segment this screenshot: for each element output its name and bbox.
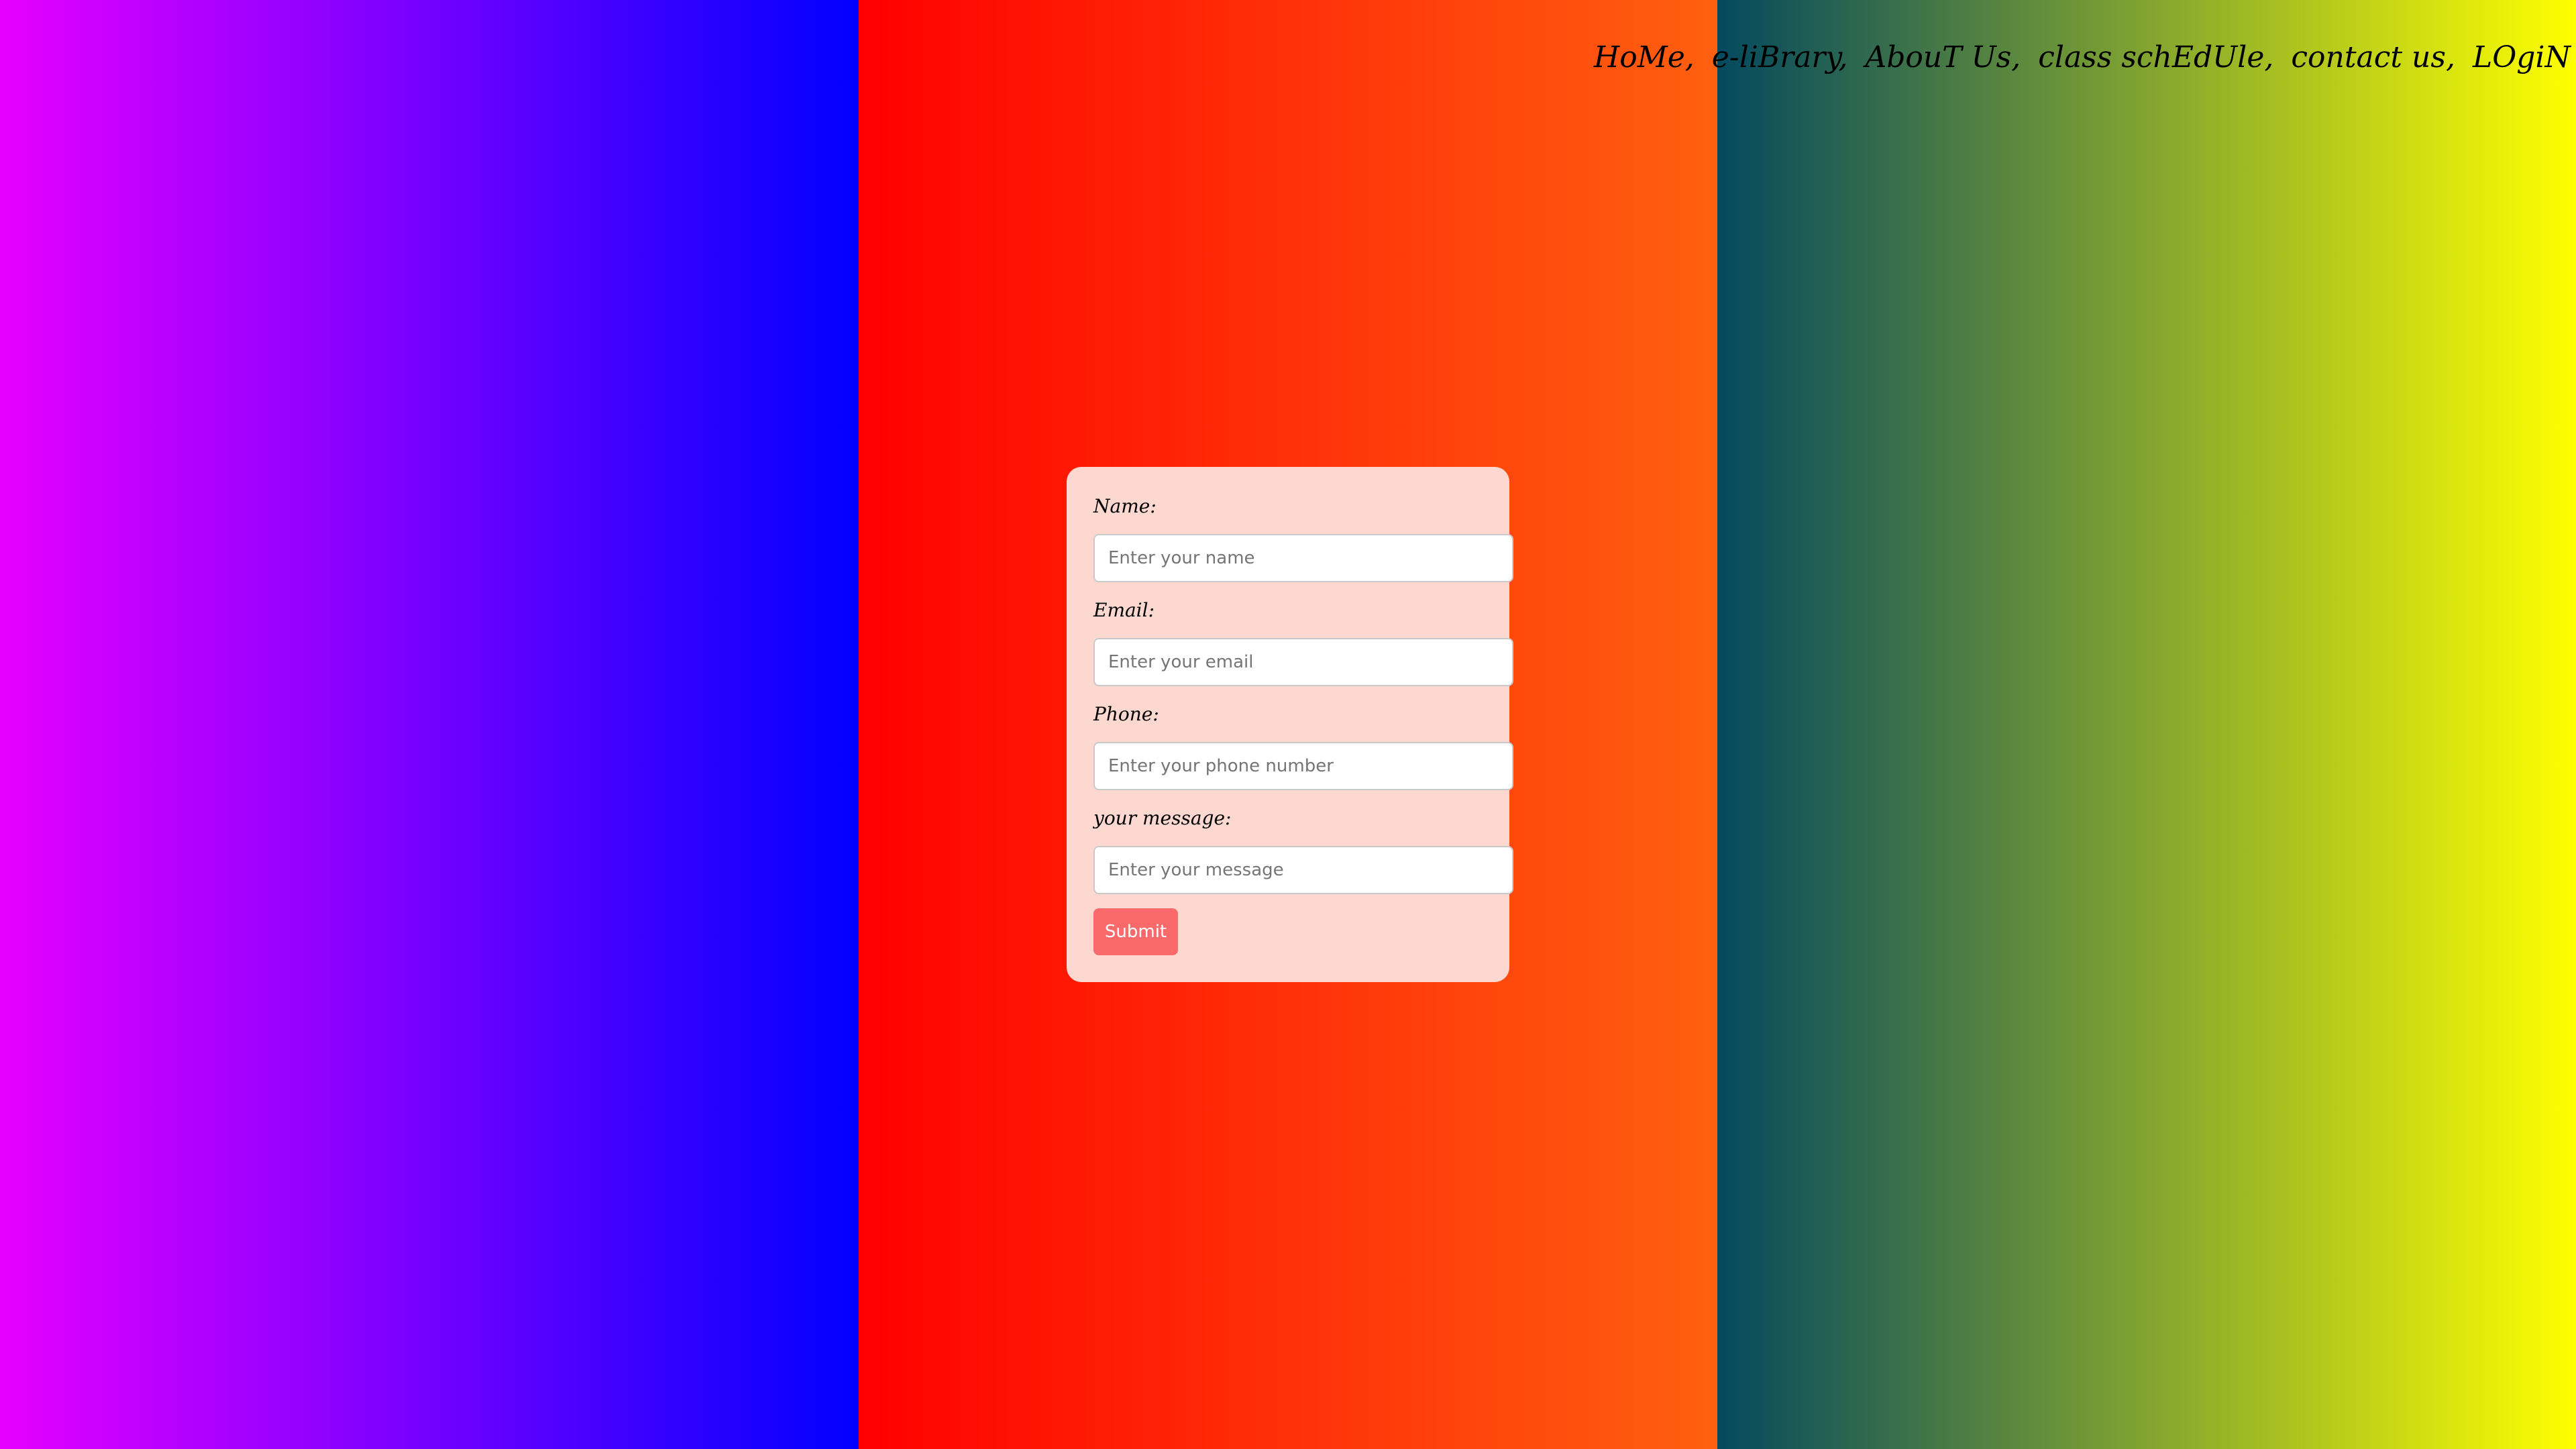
nav-about-us[interactable]: AbouT Us, [1865, 40, 2021, 74]
name-input[interactable] [1093, 534, 1513, 582]
nav-home[interactable]: HoMe, [1594, 40, 1695, 74]
nav-e-library[interactable]: e-liBrary, [1712, 40, 1848, 74]
message-input[interactable] [1093, 846, 1513, 894]
nav-class-schedule[interactable]: class schEdUle, [2038, 40, 2273, 74]
right-gradient-panel [1717, 0, 2576, 1449]
name-label: Name: [1093, 495, 1157, 517]
email-label: Email: [1093, 599, 1155, 621]
submit-button[interactable]: Submit [1093, 908, 1178, 955]
top-navigation: HoMe, e-liBrary, AbouT Us, class schEdUl… [1594, 40, 2571, 74]
phone-label: Phone: [1093, 703, 1159, 725]
left-gradient-panel [0, 0, 859, 1449]
message-label: your message: [1093, 807, 1232, 829]
page: HoMe, e-liBrary, AbouT Us, class schEdUl… [0, 0, 2576, 1449]
phone-input[interactable] [1093, 742, 1513, 790]
nav-login[interactable]: LOgiN [2473, 40, 2571, 74]
email-input[interactable] [1093, 638, 1513, 686]
contact-form: Name: Email: Phone: your message: Submit [1067, 467, 1513, 982]
nav-contact-us[interactable]: contact us, [2291, 40, 2455, 74]
